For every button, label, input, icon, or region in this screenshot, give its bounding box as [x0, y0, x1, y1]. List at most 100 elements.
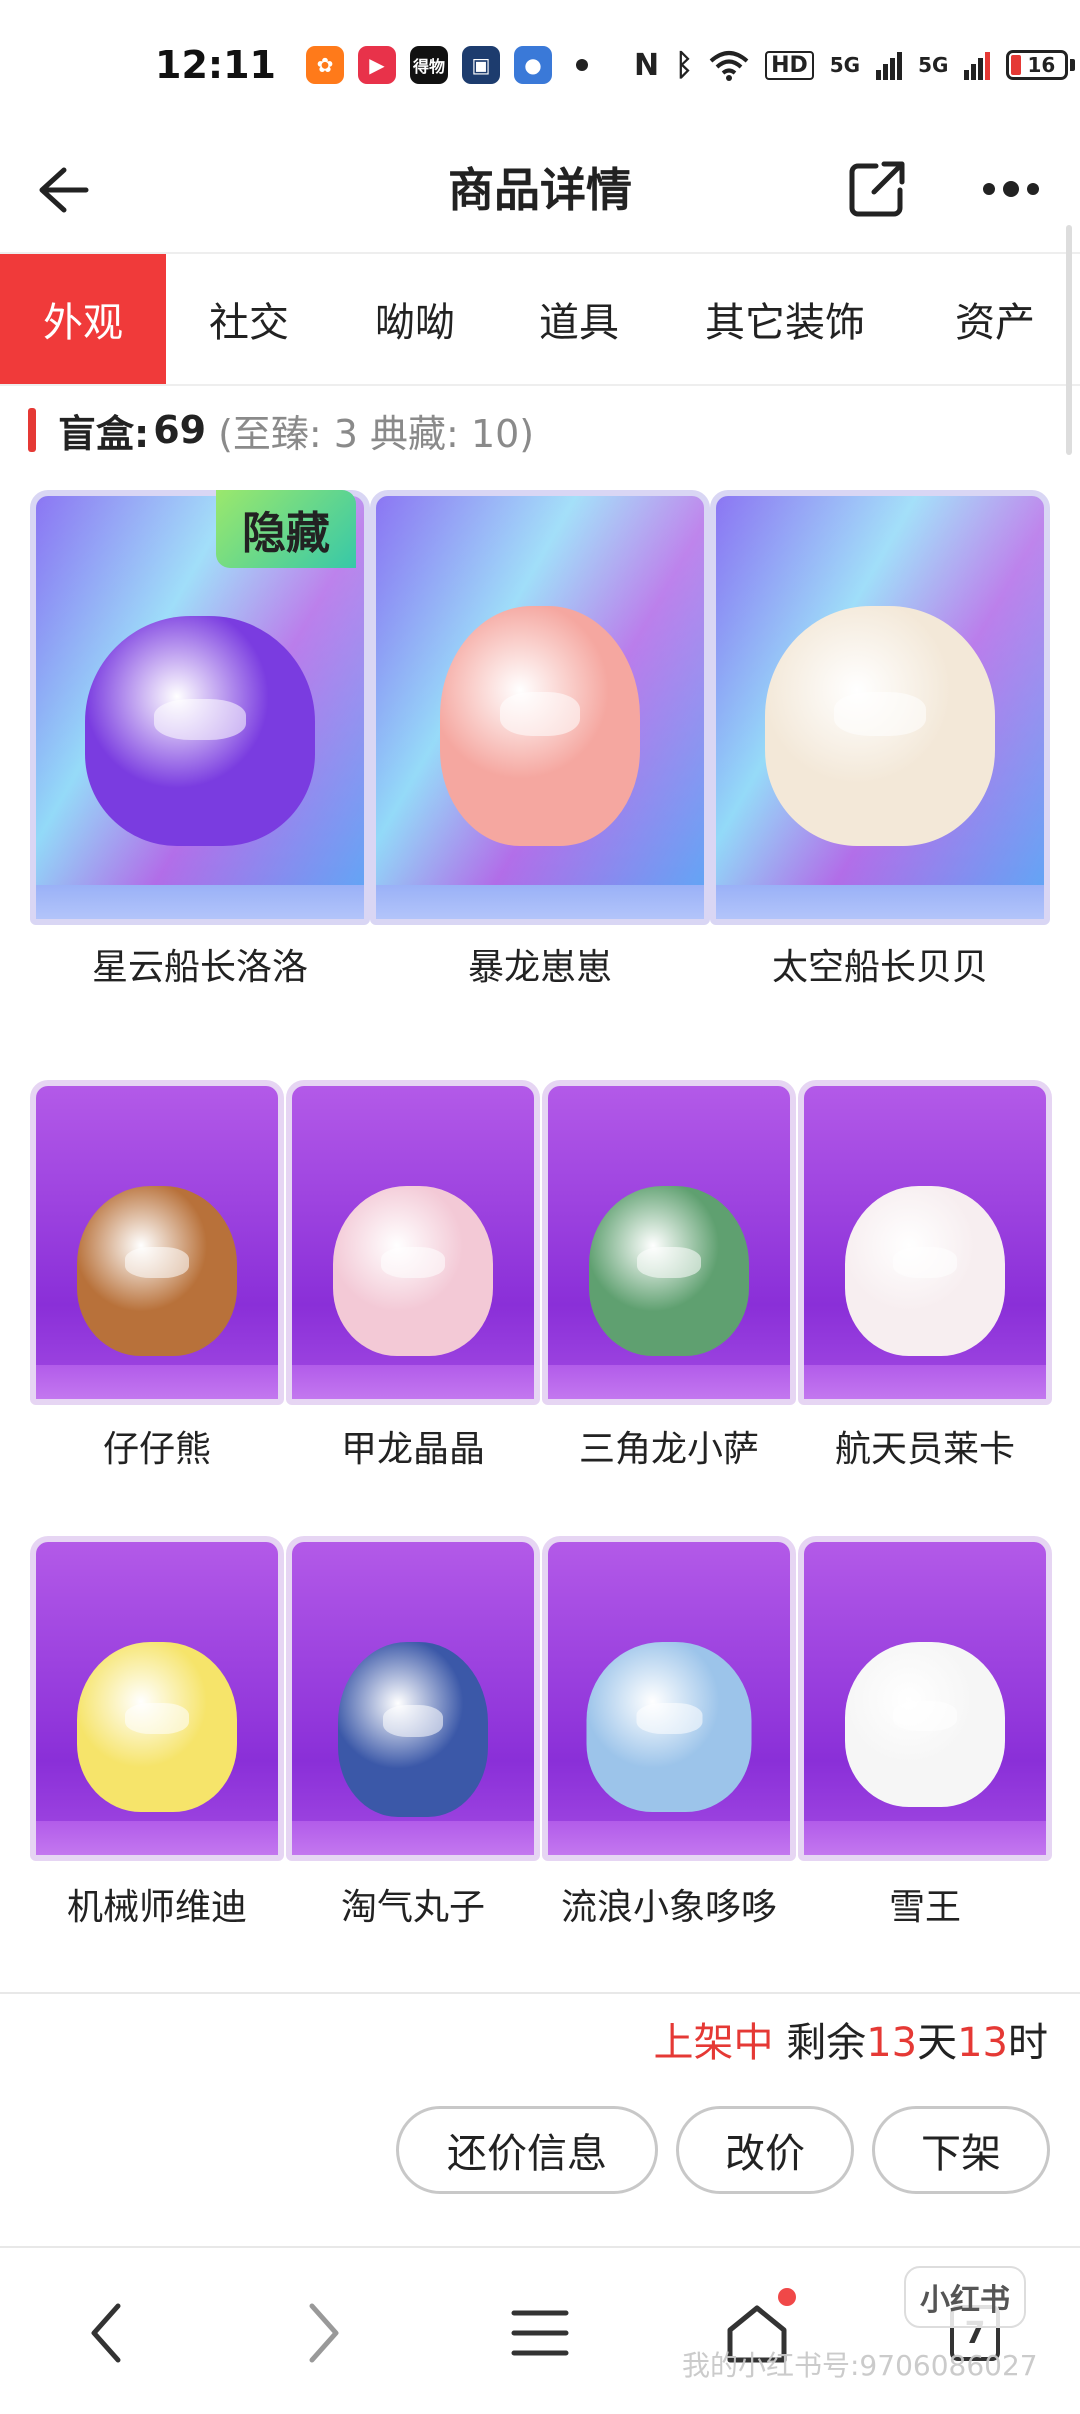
item-name: 甲龙晶晶 — [340, 1429, 485, 1470]
tab-other-decorations[interactable]: 其它装饰 — [660, 254, 910, 384]
share-icon[interactable] — [844, 156, 910, 222]
display-base — [36, 1821, 278, 1855]
item-card[interactable]: 流浪小象哆哆 — [542, 1536, 796, 1936]
item-figure-image — [440, 606, 640, 846]
kuaishou-icon: ✿ — [305, 46, 344, 84]
nav-menu-button[interactable] — [495, 2288, 585, 2378]
delist-button[interactable]: 下架 — [872, 2106, 1050, 2194]
item-card[interactable]: 雪王 — [798, 1536, 1052, 1936]
item-name: 太空船长贝贝 — [771, 947, 988, 988]
item-name: 流浪小象哆哆 — [560, 1887, 777, 1928]
status-bar: 12:11 ✿ ▶ 得物 ▣ ● N ᛒ HD 5G 5G 16 — [0, 0, 1080, 130]
display-base — [548, 1365, 790, 1399]
item-display-box — [798, 1536, 1052, 1861]
item-name: 三角龙小萨 — [578, 1429, 759, 1470]
item-display-box — [30, 1080, 284, 1405]
scrollbar[interactable] — [1066, 225, 1072, 455]
item-card[interactable]: 暴龙崽崽 — [370, 490, 710, 1050]
item-figure-image — [338, 1642, 488, 1817]
display-base — [548, 1821, 790, 1855]
signal-bars-icon — [876, 52, 903, 80]
dewu-icon: 得物 — [409, 46, 448, 84]
item-card[interactable]: 仔仔熊 — [30, 1080, 284, 1480]
item-figure-image — [77, 1642, 237, 1812]
chevron-right-icon — [309, 2303, 339, 2363]
signal-bars-icon-2 — [964, 52, 991, 80]
item-name: 航天员莱卡 — [834, 1429, 1015, 1470]
menu-icon — [511, 2310, 569, 2356]
item-figure-image — [765, 606, 995, 846]
tab-social[interactable]: 社交 — [166, 254, 332, 384]
item-display-box — [286, 1080, 540, 1405]
item-name: 星云船长洛洛 — [91, 947, 308, 988]
item-figure-image — [589, 1186, 749, 1356]
more-dot-icon — [1003, 181, 1019, 197]
bluetooth-icon: ᛒ — [675, 47, 694, 83]
hd-icon: HD — [765, 50, 814, 80]
blind-box-label: 盲盒: — [58, 411, 150, 456]
battery-icon: 16 — [1006, 50, 1076, 80]
signal-5g-icon: 5G — [829, 53, 861, 77]
xiaohongshu-watermark-logo: 小红书 — [904, 2266, 1026, 2328]
section-marker — [28, 408, 36, 452]
more-dot-icon — [983, 183, 995, 195]
item-name: 仔仔熊 — [102, 1429, 211, 1470]
remaining-days: 13 — [866, 2020, 918, 2066]
blind-box-count: 69 — [153, 408, 207, 452]
display-base — [36, 885, 364, 919]
item-display-box — [798, 1080, 1052, 1405]
display-base — [292, 1821, 534, 1855]
item-name: 暴龙崽崽 — [467, 947, 612, 988]
listing-status: 上架中 — [653, 2020, 774, 2066]
battery-level: 16 — [1027, 53, 1056, 77]
item-display-box — [542, 1080, 796, 1405]
bargain-info-button[interactable]: 还价信息 — [396, 2106, 658, 2194]
item-card[interactable]: 机械师维迪 — [30, 1536, 284, 1936]
wifi-icon — [709, 51, 749, 81]
item-card[interactable]: 航天员莱卡 — [798, 1080, 1052, 1480]
item-figure-image — [845, 1186, 1005, 1356]
notification-badge — [778, 2288, 796, 2306]
item-card[interactable]: 淘气丸子 — [286, 1536, 540, 1936]
item-display-box — [286, 1536, 540, 1861]
tab-props[interactable]: 道具 — [498, 254, 660, 384]
item-card[interactable]: 隐藏 星云船长洛洛 — [30, 490, 370, 1050]
item-display-box — [370, 490, 710, 925]
item-display-box — [542, 1536, 796, 1861]
item-card[interactable]: 太空船长贝贝 — [710, 490, 1050, 1050]
chevron-left-icon — [91, 2303, 121, 2363]
tab-assets[interactable]: 资产 — [910, 254, 1080, 384]
signal-5g-icon-2: 5G — [918, 53, 949, 77]
nfc-icon: N — [633, 47, 660, 83]
section-divider — [0, 1992, 1080, 1994]
display-base — [292, 1365, 534, 1399]
more-options-button[interactable] — [976, 156, 1046, 222]
item-figure-image — [845, 1642, 1005, 1807]
display-base — [36, 1365, 278, 1399]
tab-youyou[interactable]: 呦呦 — [332, 254, 498, 384]
item-name: 机械师维迪 — [66, 1887, 247, 1928]
blind-box-breakdown: (至臻: 3 典藏: 10) — [218, 411, 535, 456]
xiaohongshu-watermark-text: 我的小红书号:9706086027 — [682, 2349, 1038, 2382]
tab-appearance[interactable]: 外观 — [0, 254, 166, 384]
item-figure-image — [77, 1186, 237, 1356]
news-app-icon: ▣ — [461, 46, 500, 84]
game-app-icon: ● — [513, 46, 552, 84]
item-display-box — [710, 490, 1050, 925]
nav-back-button[interactable] — [62, 2288, 152, 2378]
display-base — [376, 885, 704, 919]
item-figure-image — [85, 616, 315, 846]
item-card[interactable]: 甲龙晶晶 — [286, 1080, 540, 1480]
item-name: 淘气丸子 — [340, 1887, 485, 1928]
more-dot-icon — [1027, 183, 1039, 195]
display-base — [804, 1365, 1046, 1399]
item-name: 雪王 — [888, 1887, 961, 1928]
video-play-icon: ▶ — [357, 46, 396, 84]
category-tabs: 外观 社交 呦呦 道具 其它装饰 资产 — [0, 252, 1080, 386]
remaining-label: 剩余 — [786, 2020, 867, 2066]
status-time: 12:11 — [155, 43, 276, 87]
sale-status: 上架中 剩余13天13时 — [653, 2010, 1048, 2068]
nav-forward-button[interactable] — [278, 2288, 368, 2378]
item-card[interactable]: 三角龙小萨 — [542, 1080, 796, 1480]
reprice-button[interactable]: 改价 — [676, 2106, 854, 2194]
